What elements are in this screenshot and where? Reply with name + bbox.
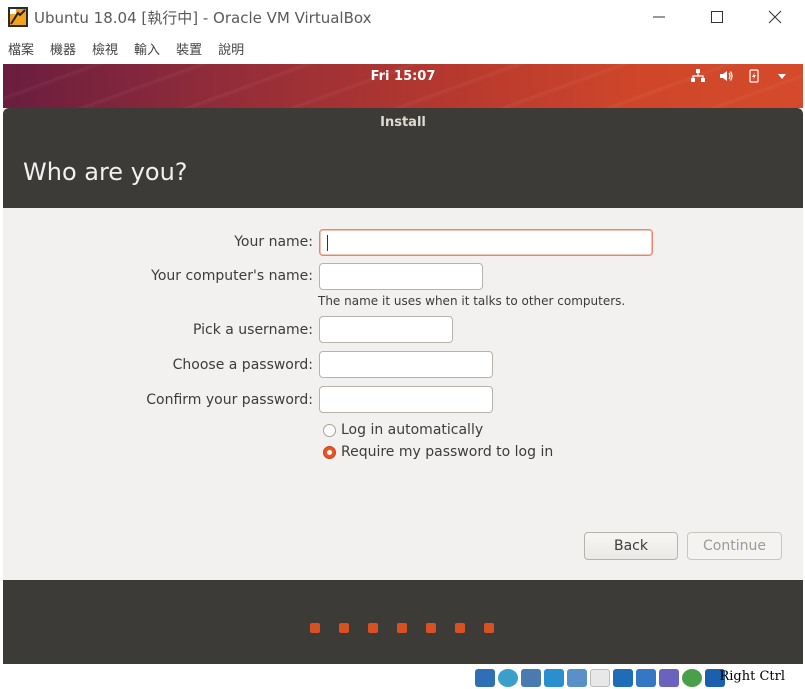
progress-dot xyxy=(426,623,436,633)
progress-dot xyxy=(310,623,320,633)
continue-button[interactable]: Continue xyxy=(687,532,782,560)
system-tray[interactable] xyxy=(691,69,789,83)
network-adapter-icon[interactable] xyxy=(544,669,564,687)
install-header: Install Who are you? xyxy=(3,108,803,208)
menu-input[interactable]: 輸入 xyxy=(134,39,160,58)
close-icon xyxy=(768,10,782,23)
host-key-label: Right Ctrl xyxy=(719,669,785,684)
require-password-radio[interactable] xyxy=(323,445,336,459)
vbox-status-bar: Right Ctrl xyxy=(0,666,805,689)
menu-file[interactable]: 檔案 xyxy=(8,39,34,58)
confirm-password-label: Confirm your password: xyxy=(146,392,313,408)
menu-devices[interactable]: 裝置 xyxy=(176,39,202,58)
network-icon xyxy=(691,69,705,82)
hard-disk-icon[interactable] xyxy=(475,669,495,687)
display-icon[interactable] xyxy=(613,669,633,687)
progress-dot xyxy=(339,623,349,633)
require-password-label: Require my password to log in xyxy=(341,444,554,460)
username-label: Pick a username: xyxy=(192,322,313,338)
vm-screen[interactable]: Fri 15:07 Install Who are you? Your name… xyxy=(3,64,803,664)
progress-dot xyxy=(455,623,465,633)
login-auto-option[interactable]: Log in automatically xyxy=(323,422,483,438)
window-title: Ubuntu 18.04 [執行中] - Oracle VM VirtualBo… xyxy=(34,9,372,27)
chevron-down-icon xyxy=(778,74,786,79)
password-label: Choose a password: xyxy=(172,357,313,373)
require-password-option[interactable]: Require my password to log in xyxy=(323,444,553,460)
computer-name-hint: The name it uses when it talks to other … xyxy=(318,294,626,308)
maximize-icon xyxy=(711,10,723,23)
menu-view[interactable]: 檢視 xyxy=(92,39,118,58)
volume-icon xyxy=(720,71,733,81)
virtualbox-icon xyxy=(8,7,28,27)
usb-icon[interactable] xyxy=(567,669,587,687)
progress-dot xyxy=(397,623,407,633)
battery-icon xyxy=(749,69,759,83)
progress-dots xyxy=(310,623,494,633)
cpu-virtualization-icon[interactable] xyxy=(659,669,679,687)
recording-icon[interactable] xyxy=(636,669,656,687)
close-button[interactable] xyxy=(752,0,798,33)
menu-machine[interactable]: 機器 xyxy=(50,39,76,58)
minimize-icon xyxy=(653,16,665,17)
name-label: Your name: xyxy=(234,234,313,250)
install-window-title: Install xyxy=(380,115,426,130)
login-auto-label: Log in automatically xyxy=(341,422,484,438)
password-input[interactable] xyxy=(319,351,493,378)
progress-dot xyxy=(368,623,378,633)
shared-folders-icon[interactable] xyxy=(590,669,610,687)
optical-drive-icon[interactable] xyxy=(498,669,518,687)
minimize-button[interactable] xyxy=(636,0,682,33)
text-caret xyxy=(327,235,328,251)
confirm-password-input[interactable] xyxy=(319,386,493,413)
name-input[interactable] xyxy=(319,229,653,256)
mouse-integration-icon[interactable] xyxy=(682,669,702,687)
clock[interactable]: Fri 15:07 xyxy=(3,69,803,84)
ubuntu-top-bar: Fri 15:07 xyxy=(3,64,803,108)
installer-footer xyxy=(3,580,803,664)
menu-help[interactable]: 說明 xyxy=(218,39,244,58)
back-button[interactable]: Back xyxy=(584,532,678,560)
login-auto-radio[interactable] xyxy=(323,423,336,437)
computer-name-label: Your computer's name: xyxy=(151,268,313,284)
window-titlebar: Ubuntu 18.04 [執行中] - Oracle VM VirtualBo… xyxy=(0,0,805,33)
maximize-button[interactable] xyxy=(694,0,740,33)
menu-bar: 檔案 機器 檢視 輸入 裝置 說明 xyxy=(0,36,805,60)
username-input[interactable] xyxy=(319,316,453,343)
audio-icon[interactable] xyxy=(521,669,541,687)
user-form: Your name: Your computer's name: The nam… xyxy=(3,208,803,580)
progress-dot xyxy=(484,623,494,633)
computer-name-input[interactable] xyxy=(319,263,483,290)
page-title: Who are you? xyxy=(23,158,188,186)
